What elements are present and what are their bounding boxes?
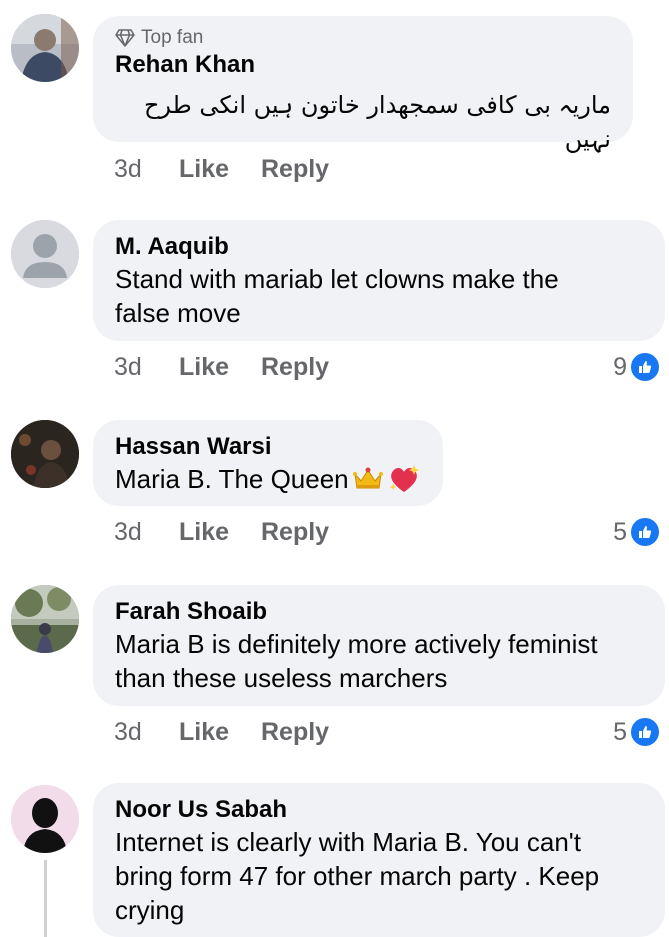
profile-photo-icon <box>11 420 79 488</box>
like-reaction-icon <box>629 716 661 748</box>
comment-bubble: Farah Shoaib Maria B is definitely more … <box>93 585 665 706</box>
timestamp[interactable]: 3d <box>114 353 179 382</box>
reaction-count[interactable]: 5 <box>613 515 661 549</box>
avatar[interactable] <box>11 420 79 488</box>
comment-text-row: Maria B. The Queen <box>115 462 421 496</box>
comment-text-line: false move <box>115 298 241 328</box>
comment-bubble: Hassan Warsi Maria B. The Queen <box>93 420 443 506</box>
comment-text-line: than these useless marchers <box>115 663 448 693</box>
reaction-count[interactable]: 9 <box>613 350 661 384</box>
comment-text-line: Internet is clearly with Maria B. You ca… <box>115 827 581 857</box>
comment-text: Maria B is definitely more actively femi… <box>115 627 643 695</box>
like-button[interactable]: Like <box>179 518 261 547</box>
comment-actions: 3d Like Reply <box>114 515 329 549</box>
crown-emoji <box>352 467 383 489</box>
comment-text: Maria B. The Queen <box>115 464 349 494</box>
avatar[interactable] <box>11 220 79 288</box>
like-reaction-icon <box>629 351 661 383</box>
timestamp[interactable]: 3d <box>114 718 179 747</box>
author-name[interactable]: Hassan Warsi <box>115 432 421 462</box>
comment-actions: 3d Like Reply <box>114 350 329 384</box>
comment-text: ماریہ بی کافی سمجھدار خاتون ہیں انکی طرح… <box>143 91 611 153</box>
reply-button[interactable]: Reply <box>261 518 329 547</box>
comment-bubble: Top fan Rehan Khan ماریہ بی کافی سمجھدار… <box>93 16 633 153</box>
like-button[interactable]: Like <box>179 718 261 747</box>
author-name[interactable]: Farah Shoaib <box>115 597 643 627</box>
comment-bubble: M. Aaquib Stand with mariab let clowns m… <box>93 220 665 341</box>
like-button[interactable]: Like <box>179 155 261 184</box>
profile-photo-icon <box>11 785 79 853</box>
profile-photo-icon <box>11 14 79 82</box>
author-name[interactable]: Noor Us Sabah <box>115 795 643 825</box>
reply-button[interactable]: Reply <box>261 155 329 184</box>
author-name[interactable]: M. Aaquib <box>115 232 643 262</box>
comment-text-line: Maria B is definitely more actively femi… <box>115 629 598 659</box>
comment-text-line: bring form 47 for other march party . Ke… <box>115 861 600 891</box>
avatar[interactable] <box>11 14 79 82</box>
timestamp[interactable]: 3d <box>114 518 179 547</box>
like-reaction-icon <box>629 516 661 548</box>
like-button[interactable]: Like <box>179 353 261 382</box>
comment-actions: 3d Like Reply <box>114 152 329 186</box>
sparkling-heart-emoji <box>389 465 419 492</box>
reaction-count-value: 5 <box>613 517 627 546</box>
comment-bubble: Noor Us Sabah Internet is clearly with M… <box>93 783 665 937</box>
author-name[interactable]: Rehan Khan <box>115 50 611 80</box>
comment-text-line: crying <box>115 895 185 925</box>
diamond-icon <box>115 29 135 47</box>
reply-button[interactable]: Reply <box>261 353 329 382</box>
reaction-count-value: 9 <box>613 352 627 381</box>
reaction-count-value: 5 <box>613 717 627 746</box>
comment-text: Internet is clearly with Maria B. You ca… <box>115 825 643 927</box>
reaction-count[interactable]: 5 <box>613 715 661 749</box>
thread-line <box>44 860 47 937</box>
top-fan-badge: Top fan <box>115 26 611 50</box>
reply-button[interactable]: Reply <box>261 718 329 747</box>
timestamp[interactable]: 3d <box>114 155 179 184</box>
comment-actions: 3d Like Reply <box>114 715 329 749</box>
profile-photo-icon <box>11 585 79 653</box>
comment-text-line: Stand with mariab let clowns make the <box>115 264 559 294</box>
comment-text: Stand with mariab let clowns make the fa… <box>115 262 643 330</box>
avatar[interactable] <box>11 585 79 653</box>
avatar[interactable] <box>11 785 79 853</box>
badge-label: Top fan <box>141 27 204 48</box>
default-avatar-icon <box>11 220 79 288</box>
